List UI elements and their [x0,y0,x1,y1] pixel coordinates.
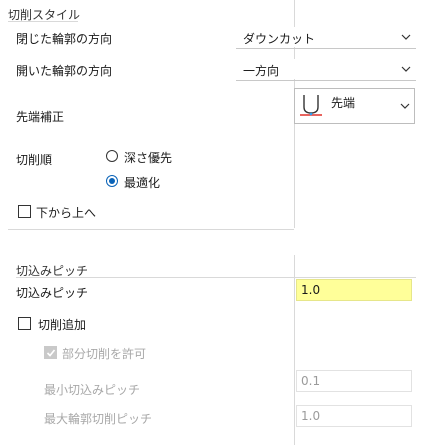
section-divider-bottom [8,229,294,230]
open-contour-direction-label: 開いた輪郭の方向 [16,64,113,78]
order-depth-first-label[interactable]: 深さ優先 [124,149,172,166]
tip-compensation-label: 先端補正 [16,110,65,124]
stepdown-pitch-label: 切込みピッチ [16,286,89,300]
tool-tip-icon [300,95,322,116]
closed-contour-direction-value: ダウンカット [243,32,316,46]
partial-cut-checkbox[interactable] [44,346,57,359]
order-optimize-label[interactable]: 最適化 [124,174,160,191]
order-optimize-radio[interactable] [106,175,118,187]
min-stepdown-input[interactable]: 0.1 [296,370,412,392]
min-stepdown-value: 0.1 [301,374,321,388]
select-underline [236,48,416,49]
bottom-up-label[interactable]: 下から上へ [36,204,96,221]
check-icon [46,349,56,357]
max-contour-step-label: 最大輪郭切削ピッチ [44,412,153,426]
closed-contour-direction-select[interactable]: ダウンカット [236,27,416,47]
max-contour-step-value: 1.0 [301,409,321,423]
chevron-down-icon [401,66,411,72]
section-title-underline [8,21,78,22]
closed-contour-direction-label: 閉じた輪郭の方向 [16,32,113,46]
min-stepdown-label: 最小切込みピッチ [44,383,141,397]
partial-cut-label: 部分切削を許可 [62,347,147,361]
select-underline [236,80,416,81]
bottom-up-checkbox[interactable] [18,205,31,218]
open-contour-direction-select[interactable]: 一方向 [236,59,416,79]
section-title-underline [16,277,416,278]
tip-compensation-select[interactable]: 先端 [294,88,415,124]
tip-compensation-value: 先端 [331,96,356,110]
cutting-order-label: 切削順 [16,153,53,167]
chevron-down-icon [401,34,411,40]
open-contour-direction-value: 一方向 [243,64,280,78]
stepdown-pitch-value: 1.0 [301,283,321,297]
add-cut-label[interactable]: 切削追加 [38,316,86,333]
section-divider [294,255,295,445]
chevron-down-icon [400,103,410,109]
stepdown-pitch-input[interactable]: 1.0 [296,279,412,301]
order-depth-first-radio[interactable] [106,150,118,162]
max-contour-step-input[interactable]: 1.0 [296,405,412,427]
add-cut-checkbox[interactable] [18,317,31,330]
